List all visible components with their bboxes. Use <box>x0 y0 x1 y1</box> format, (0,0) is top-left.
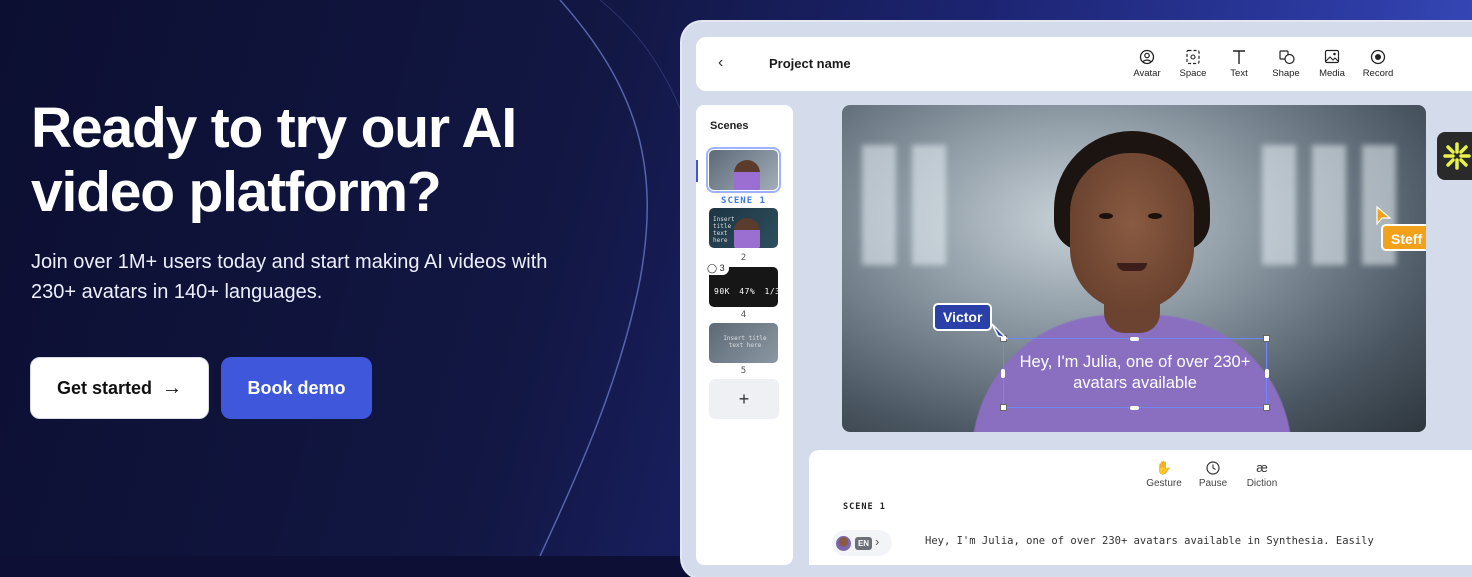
toolbar-record[interactable]: Record <box>1353 48 1403 79</box>
avatar-eye <box>1099 213 1113 219</box>
gesture-button[interactable]: ✋ Gesture <box>1143 460 1185 489</box>
comment-icon: ◯ <box>707 263 718 273</box>
tool-label: Pause <box>1198 478 1228 489</box>
tool-label: Diction <box>1246 478 1278 489</box>
get-started-button[interactable]: Get started → <box>30 357 209 419</box>
script-text[interactable]: Hey, I'm Julia, one of over 230+ avatars… <box>925 535 1374 547</box>
collaborator-tag-steff: Steff <box>1381 224 1426 251</box>
resize-handle[interactable] <box>1130 406 1139 410</box>
toolbar-shape[interactable]: Shape <box>1261 48 1311 79</box>
toolbar-label: Record <box>1362 68 1394 79</box>
toolbar-label: Text <box>1230 68 1248 79</box>
scene-caption: SCENE 1 <box>721 196 766 206</box>
avatar-eye <box>1148 213 1162 219</box>
selected-scene-indicator <box>696 160 698 182</box>
toolbar-space[interactable]: Space <box>1168 48 1218 79</box>
synthesia-badge[interactable] <box>1437 132 1472 180</box>
cursor-icon <box>991 323 1008 340</box>
avatar <box>734 218 760 248</box>
book-demo-button[interactable]: Book demo <box>221 357 372 419</box>
cursor-icon <box>1376 205 1392 225</box>
text-icon <box>1233 50 1245 64</box>
project-name: Project name <box>769 56 851 71</box>
toolbar-text[interactable]: Text <box>1214 48 1264 79</box>
comment-count: 3 <box>719 263 725 273</box>
avatar-head <box>1070 153 1194 311</box>
back-icon[interactable]: ‹ <box>718 54 723 72</box>
chevron-right-icon[interactable]: › <box>875 534 879 549</box>
resize-handle[interactable] <box>1130 337 1139 341</box>
hand-icon: ✋ <box>1155 460 1173 475</box>
scene-number: 5 <box>740 366 747 376</box>
comment-badge[interactable]: ◯ 3 <box>703 262 729 275</box>
thumb-stats: 90K 47% 1/3x <box>714 287 786 296</box>
clock-icon <box>1206 461 1220 475</box>
sparkle-icon <box>1443 142 1471 170</box>
language-badge: EN <box>855 537 872 550</box>
window-blur <box>1262 145 1296 265</box>
toolbar-label: Shape <box>1272 68 1300 79</box>
thumb-title-text: Insert title text here <box>723 335 767 349</box>
resize-handle[interactable] <box>1263 335 1270 342</box>
toolbar-label: Space <box>1179 68 1207 79</box>
scene-thumbnail-2[interactable]: Insert title text here <box>709 208 778 248</box>
resize-handle[interactable] <box>1263 404 1270 411</box>
toolbar-media[interactable]: Media <box>1307 48 1357 79</box>
record-icon <box>1370 49 1386 65</box>
scenes-title: Scenes <box>710 120 749 132</box>
pause-button[interactable]: Pause <box>1195 460 1231 489</box>
ae-ligature-icon: æ <box>1256 460 1268 475</box>
scene-thumbnail-4[interactable]: Insert title text here <box>709 323 778 363</box>
script-scene-label: SCENE 1 <box>843 502 886 512</box>
subheadline: Join over 1M+ users today and start maki… <box>31 251 548 303</box>
diction-button[interactable]: æ Diction <box>1242 460 1282 489</box>
toolbar-label: Avatar <box>1133 68 1161 79</box>
avatar <box>836 536 851 551</box>
avatar-icon <box>1139 49 1155 65</box>
add-scene-button[interactable]: + <box>709 379 779 419</box>
script-panel <box>809 450 1472 565</box>
arrow-right-icon: → <box>162 376 183 399</box>
collaborator-tag-victor: Victor <box>933 303 993 331</box>
resize-handle[interactable] <box>1000 404 1007 411</box>
scene-thumbnail-1[interactable] <box>706 147 781 193</box>
media-icon <box>1324 49 1340 64</box>
get-started-label: Get started <box>56 377 153 398</box>
shape-icon <box>1279 50 1295 65</box>
space-icon <box>1186 49 1200 65</box>
avatar-mouth <box>1117 263 1147 271</box>
avatar-caption[interactable]: Hey, I'm Julia, one of over 230+ avatars… <box>1003 352 1267 394</box>
toolbar-label: Media <box>1319 68 1345 79</box>
window-blur <box>862 145 896 265</box>
window-blur <box>1312 145 1346 265</box>
book-demo-label: Book demo <box>247 377 346 398</box>
page-title: Ready to try our AI video platform? <box>31 96 517 224</box>
toolbar-avatar[interactable]: Avatar <box>1122 48 1172 79</box>
avatar <box>734 160 760 190</box>
tool-label: Gesture <box>1146 478 1182 489</box>
window-blur <box>912 145 946 265</box>
scene-number: 4 <box>740 310 747 320</box>
